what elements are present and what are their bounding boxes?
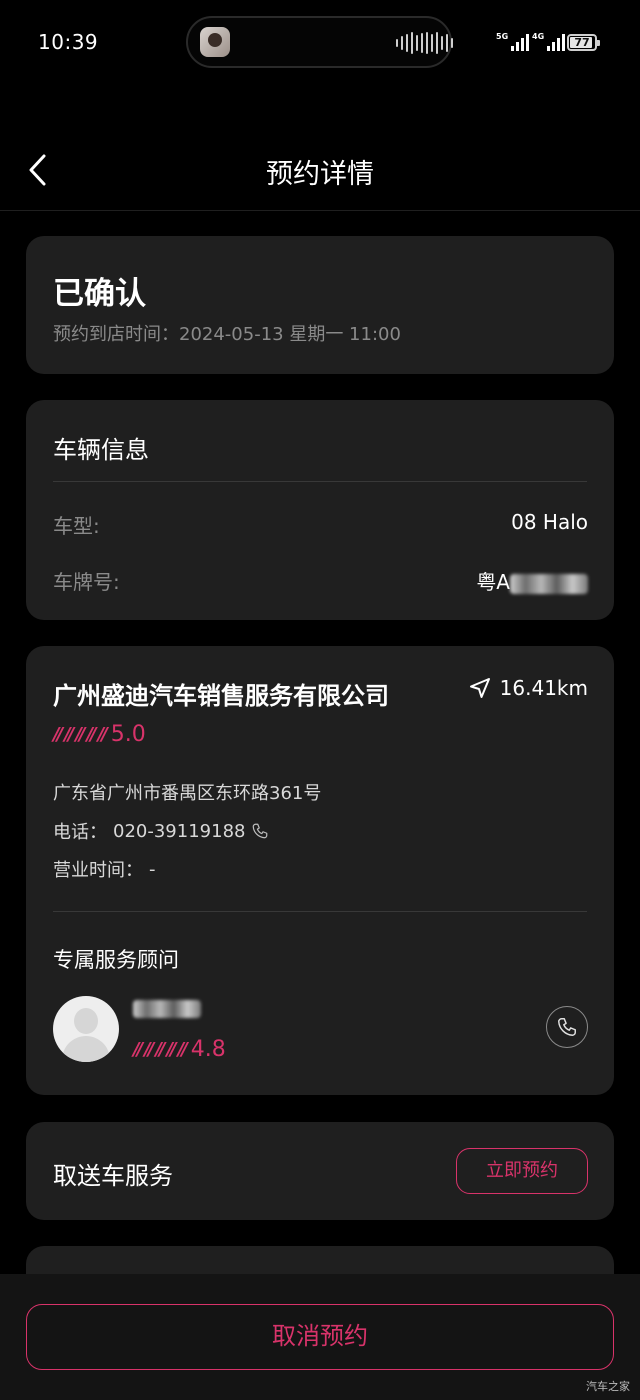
phone-label: 电话： [53,822,107,843]
vehicle-info-card: 车辆信息 车型: 08 Halo 车牌号: 粤A [26,400,614,620]
rating-stars: ////////// [133,1039,188,1060]
signal-4g-icon: 4G [532,32,566,51]
book-now-button[interactable]: 立即预约 [456,1148,588,1194]
nav-bar: 预约详情 [0,130,640,211]
cancel-appointment-button[interactable]: 取消预约 [26,1304,614,1370]
star-icon: // [53,724,63,745]
dynamic-island[interactable] [186,16,453,68]
battery-icon: 77 [567,34,600,51]
advisor-section-title: 专属服务顾问 [53,948,179,972]
status-time: 10:39 [38,30,99,54]
hours-label: 营业时间： [53,860,143,881]
plate-label: 车牌号: [53,570,120,594]
rating-stars: ////////// [53,724,108,745]
music-cover-thumbnail [200,27,230,57]
phone-icon [253,823,268,839]
store-rating-value: 5.0 [110,722,146,747]
phone-number: 020-39119188 [113,820,246,842]
vehicle-model-label: 车型: [53,514,100,538]
appointment-status: 已确认 [53,276,146,312]
plate-redacted [510,573,588,594]
advisor-name-redacted [133,998,201,1018]
pickup-service-title: 取送车服务 [53,1162,173,1190]
signal-5g-icon: 5G [496,32,530,51]
advisor-avatar [53,996,119,1062]
store-name[interactable]: 广州盛迪汽车销售服务有限公司 [53,676,389,711]
star-icon: // [144,1039,154,1060]
navigation-arrow-icon [469,678,490,698]
hours-value: - [149,858,156,880]
store-distance: 16.41km [499,676,588,700]
signal-5g-label: 5G [496,32,509,41]
store-hours: 营业时间： - [53,856,156,882]
vehicle-section-title: 车辆信息 [53,436,149,464]
audio-waveform-icon [396,32,453,54]
star-icon: // [75,724,85,745]
store-card: 广州盛迪汽车销售服务有限公司 16.41km ////////// 5.0 广东… [26,646,614,1095]
bottom-action-bar: 取消预约 汽车之家 [0,1274,640,1400]
star-icon: // [166,1039,176,1060]
appointment-time-label: 预约到店时间： [53,324,179,345]
plate-prefix: 粤A [476,570,510,594]
store-rating: ////////// 5.0 [53,722,146,747]
page-title: 预约详情 [266,159,374,190]
signal-4g-label: 4G [532,32,545,41]
pickup-service-card: 取送车服务 立即预约 [26,1122,614,1220]
status-bar: 10:39 5G 4G 77 [0,0,640,90]
watermark: 汽车之家 [586,1380,630,1393]
appointment-status-card: 已确认 预约到店时间：2024-05-13 星期一 11:00 [26,236,614,374]
divider [53,481,587,482]
phone-icon [558,1018,576,1036]
battery-level: 77 [574,36,590,49]
advisor-rating-value: 4.8 [190,1037,226,1062]
divider [53,911,587,912]
star-icon: // [155,1039,165,1060]
call-advisor-button[interactable] [546,1006,588,1048]
advisor-rating: ////////// 4.8 [133,1037,226,1062]
star-icon: // [86,724,96,745]
star-icon: // [177,1039,188,1060]
star-icon: // [64,724,74,745]
vehicle-model-value: 08 Halo [511,510,588,534]
appointment-time-value: 2024-05-13 星期一 11:00 [179,324,401,345]
appointment-time: 预约到店时间：2024-05-13 星期一 11:00 [53,320,401,346]
plate-value: 粤A [476,566,588,595]
star-icon: // [97,724,108,745]
store-phone[interactable]: 电话： 020-39119188 [53,818,269,844]
navigate-button[interactable]: 16.41km [468,676,588,700]
store-address: 广东省广州市番禺区东环路361号 [53,783,322,804]
star-icon: // [133,1039,143,1060]
